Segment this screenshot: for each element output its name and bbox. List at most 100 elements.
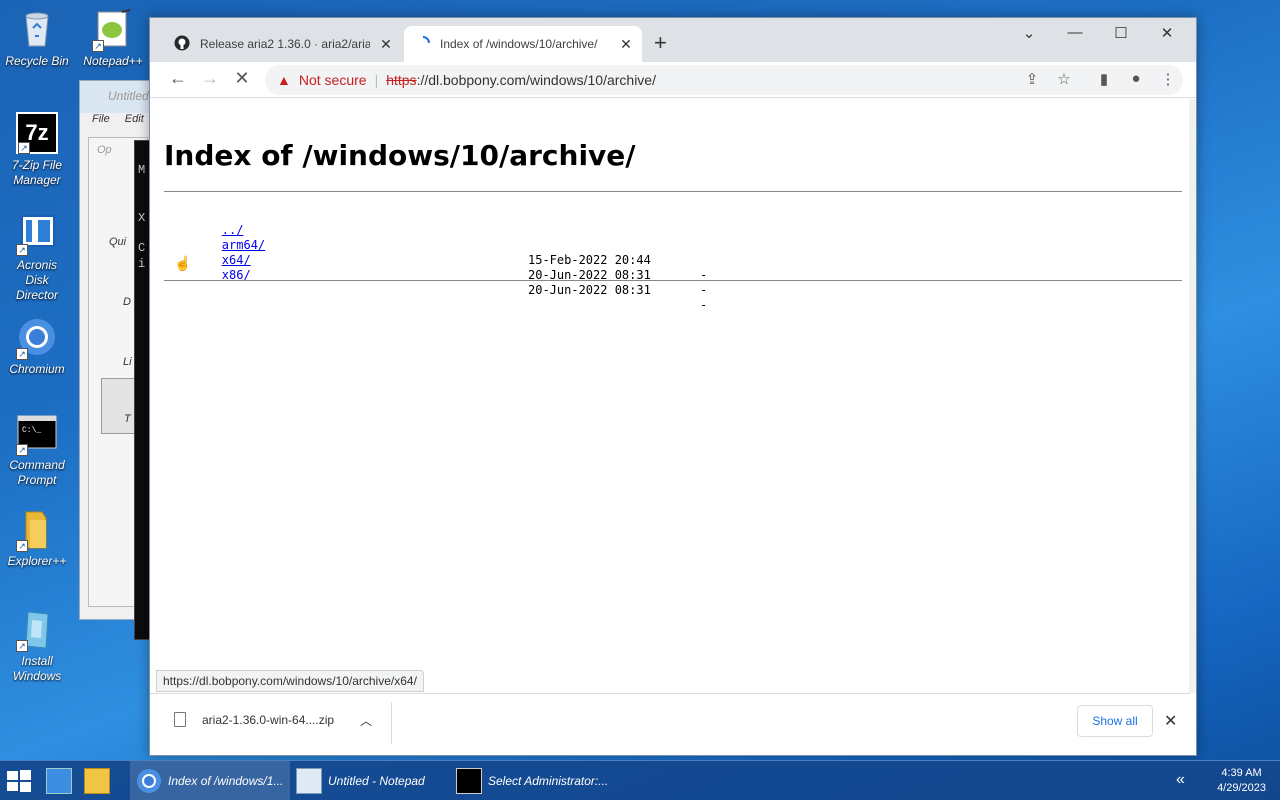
cmd-fragment: i (138, 257, 146, 271)
tab-close-icon[interactable]: ✕ (618, 36, 634, 52)
tab-release-aria2[interactable]: Release aria2 1.36.0 · aria2/aria2 · ✕ (162, 26, 402, 62)
taskbar-item-chromium[interactable]: Index of /windows/1... (130, 761, 290, 800)
desktop-icon-cmd[interactable]: C:\_ ↗ Command Prompt (4, 412, 70, 488)
address-bar[interactable]: ▲ Not secure | https://dl.bobpony.com/wi… (265, 65, 1183, 95)
entry-date: 20-Jun-2022 08:31 (528, 283, 651, 297)
taskbar-item-cmd[interactable]: Select Administrator:... (456, 761, 626, 800)
warning-triangle-icon: ▲ (277, 72, 291, 88)
close-window-button[interactable]: ✕ (1152, 24, 1182, 42)
side-panel-icon[interactable]: ▮ (1094, 70, 1114, 88)
desktop-icon-label: Recycle Bin (5, 54, 69, 68)
forward-button[interactable]: → (198, 68, 222, 89)
desktop-icon-chromium[interactable]: ↗ Chromium (4, 316, 70, 377)
entry-date: 15-Feb-2022 20:44 (528, 253, 651, 267)
stop-loading-button[interactable]: ✕ (230, 68, 254, 89)
show-all-button[interactable]: Show all (1077, 705, 1153, 737)
desktop-icon-notepadpp[interactable]: ↗ Notepad++ (80, 8, 146, 69)
tab-close-icon[interactable]: ✕ (378, 36, 394, 52)
dialog-fragment: Qui (109, 236, 127, 248)
dialog-fragment: Op (97, 144, 112, 156)
maximize-button[interactable]: ☐ (1106, 24, 1136, 42)
tab-title: Release aria2 1.36.0 · aria2/aria2 · (200, 37, 370, 51)
taskbar: Index of /windows/1... Untitled - Notepa… (0, 760, 1280, 800)
file-icon (174, 712, 186, 727)
divider (391, 702, 392, 744)
profile-avatar-icon[interactable]: ● (1126, 70, 1146, 87)
not-secure-label[interactable]: Not secure (299, 72, 367, 88)
share-icon[interactable]: ⇪ (1022, 70, 1042, 88)
close-shelf-icon[interactable]: ✕ (1164, 711, 1177, 731)
page-heading: Index of /windows/10/archive/ (164, 139, 636, 172)
cmd-fragment: X (138, 211, 146, 225)
back-button[interactable]: ← (166, 68, 190, 89)
taskbar-label: Index of /windows/1... (168, 774, 284, 788)
cmd-icon: C:\_ ↗ (16, 412, 58, 456)
notepad-icon (296, 768, 322, 794)
desktop-icon-explorerpp[interactable]: ↗ Explorer++ (4, 508, 70, 569)
notepad-title: Untitled (80, 81, 158, 113)
taskbar-pinned-desktop[interactable] (46, 761, 78, 800)
desktop-icon-7zip[interactable]: 7z ↗ 7-Zip File Manager (4, 112, 70, 188)
listing-row: ../ (164, 208, 265, 237)
folder-icon (84, 768, 110, 794)
minimize-button[interactable]: — (1060, 24, 1090, 41)
taskbar-label: Untitled - Notepad (328, 774, 425, 788)
notepad-menu-edit[interactable]: Edit (125, 113, 144, 125)
cmd-fragment: C (138, 241, 146, 255)
start-button[interactable] (6, 769, 32, 793)
entry-size: - (700, 283, 708, 297)
desktop-icon-acronis[interactable]: ↗ Acronis Disk Director (4, 212, 70, 303)
hand-cursor-icon: ☝ (174, 255, 192, 271)
notepad-menu-file[interactable]: File (92, 113, 110, 125)
url-text: ://dl.bobpony.com/windows/10/archive/ (416, 72, 656, 88)
desktop-icon-label: Acronis Disk Director (15, 258, 58, 302)
explorerpp-icon: ↗ (16, 508, 58, 552)
desktop-icon-label: Chromium (9, 362, 65, 376)
link-status-bubble: https://dl.bobpony.com/windows/10/archiv… (156, 670, 424, 692)
github-icon (174, 35, 190, 54)
tab-search-chevron-icon[interactable]: ⌄ (1014, 24, 1044, 42)
taskbar-label: Select Administrator:... (488, 774, 609, 788)
windows-logo-icon (7, 770, 31, 792)
new-tab-button[interactable]: + (654, 32, 667, 54)
desktop-icon-label: 7-Zip File Manager (11, 158, 62, 187)
desktop-icon-install-windows[interactable]: ↗ Install Windows (4, 608, 70, 684)
install-windows-icon: ↗ (16, 608, 58, 652)
taskbar-pinned-explorer[interactable] (84, 761, 116, 800)
url-scheme: https (386, 72, 417, 88)
show-hidden-icons-chevron-icon[interactable]: « (1176, 771, 1185, 789)
cmd-icon (456, 768, 482, 794)
recycle-bin-icon (16, 8, 58, 50)
dialog-fragment: T (124, 413, 131, 425)
clock-time: 4:39 AM (1221, 767, 1262, 779)
listing-row: arm64/ 15-Feb-2022 20:44 - (164, 223, 707, 282)
tab-index-archive[interactable]: Index of /windows/10/archive/ ✕ (404, 26, 642, 62)
cmd-fragment: M (138, 163, 146, 177)
download-shelf: aria2-1.36.0-win-64....zip ︿ Show all ✕ (150, 693, 1190, 751)
system-clock[interactable]: 4:39 AM 4/29/2023 (1217, 766, 1266, 796)
desktop-icon (46, 768, 72, 794)
browser-window[interactable]: Release aria2 1.36.0 · aria2/aria2 · ✕ I… (149, 17, 1197, 756)
menu-kebab-icon[interactable]: ⋮ (1158, 70, 1178, 88)
download-item[interactable]: aria2-1.36.0-win-64....zip (174, 712, 334, 727)
page-scrollbar[interactable] (1189, 99, 1196, 693)
chromium-icon: ↗ (16, 316, 58, 360)
page-content: Index of /windows/10/archive/ ../ arm64/… (150, 99, 1190, 689)
bookmark-star-icon[interactable]: ☆ (1054, 70, 1074, 88)
desktop-icon-label: Notepad++ (83, 54, 143, 68)
tab-title: Index of /windows/10/archive/ (440, 37, 598, 51)
dialog-fragment: Li (123, 356, 132, 368)
desktop-icon-label: Explorer++ (7, 554, 67, 568)
desktop-icon-label: Command Prompt (9, 458, 65, 487)
clock-date: 4/29/2023 (1217, 782, 1266, 794)
download-chevron-up-icon[interactable]: ︿ (360, 712, 372, 729)
notepadpp-icon: ↗ (92, 8, 134, 52)
divider (164, 191, 1182, 192)
entry-size: - (700, 298, 708, 312)
desktop-icon-label: Install Windows (12, 654, 62, 683)
tab-strip: Release aria2 1.36.0 · aria2/aria2 · ✕ I… (150, 18, 1196, 62)
browser-toolbar: ← → ✕ ▲ Not secure | https://dl.bobpony.… (150, 62, 1196, 98)
listing-row: x64/ 20-Jun-2022 08:31 - (164, 238, 707, 297)
desktop-icon-recycle-bin[interactable]: Recycle Bin (4, 8, 70, 69)
taskbar-item-notepad[interactable]: Untitled - Notepad (296, 761, 446, 800)
